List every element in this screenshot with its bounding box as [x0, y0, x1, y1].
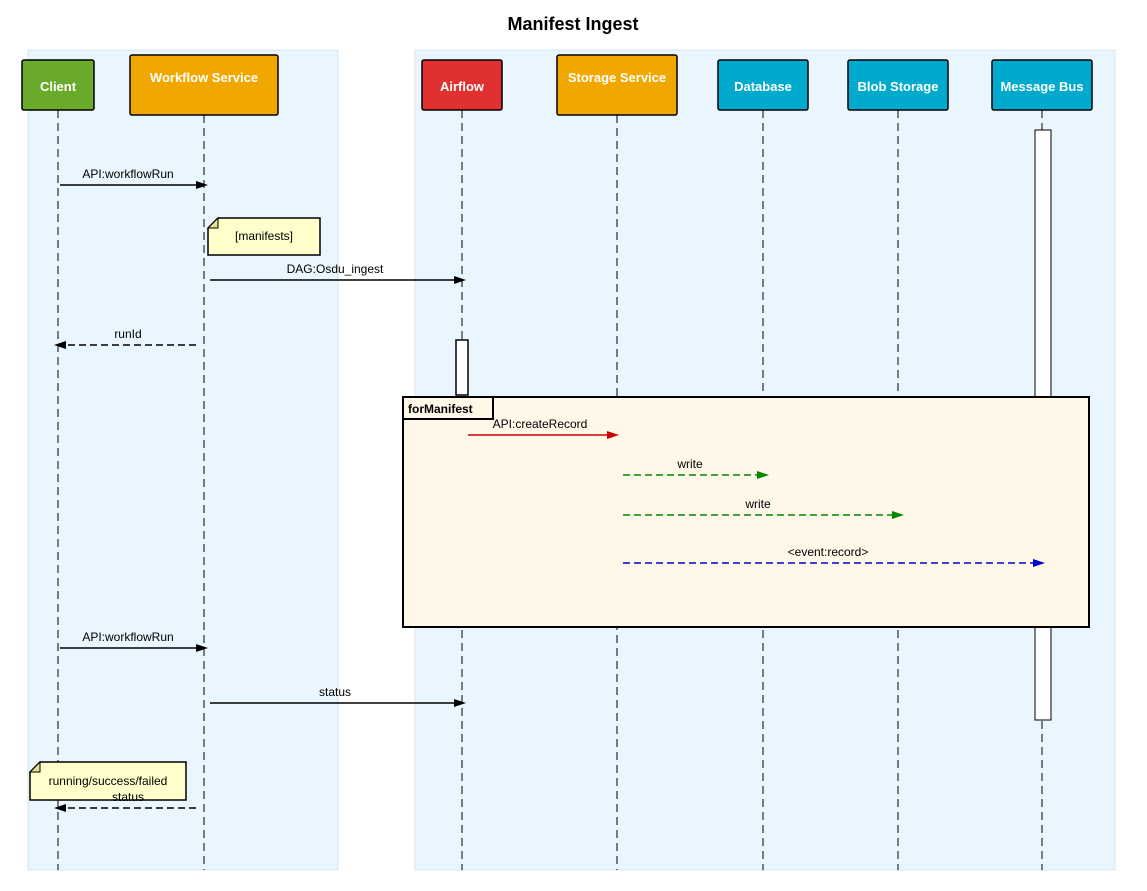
database-label: Database: [734, 79, 792, 94]
msg-write-db-label: write: [676, 457, 703, 471]
client-label: Client: [40, 79, 77, 94]
formanifest-loop: [403, 397, 1089, 627]
status-note-text: running/success/failed: [49, 774, 168, 788]
manifests-note-text: [manifests]: [235, 229, 293, 243]
msg-status-2-label: status: [112, 790, 144, 804]
diagram-title: Manifest Ingest: [507, 14, 638, 34]
workflow-label: Workflow Service: [150, 70, 258, 85]
msg-dag-ingest-label: DAG:Osdu_ingest: [287, 262, 384, 276]
diagram-container: Manifest Ingest Client Workflow Service …: [0, 0, 1147, 891]
msg-api-workflowrun-1-label: API:workflowRun: [82, 167, 173, 181]
msgbus-label: Message Bus: [1000, 79, 1083, 94]
msg-event-record-label: <event:record>: [788, 545, 869, 559]
blob-label: Blob Storage: [858, 79, 939, 94]
msg-runid-label: runId: [114, 327, 141, 341]
formanifest-label: forManifest: [408, 402, 473, 416]
airflow-label: Airflow: [440, 79, 485, 94]
msg-api-workflowrun-2-label: API:workflowRun: [82, 630, 173, 644]
msg-write-blob-label: write: [744, 497, 771, 511]
airflow-activation-1: [456, 340, 468, 395]
msg-status-1-label: status: [319, 685, 351, 699]
storage-label: Storage Service: [568, 70, 666, 85]
msg-createrecord-label: API:createRecord: [493, 417, 588, 431]
sequence-diagram: Manifest Ingest Client Workflow Service …: [0, 0, 1147, 891]
